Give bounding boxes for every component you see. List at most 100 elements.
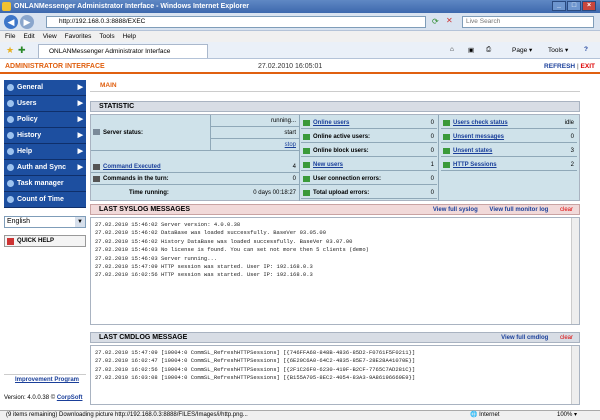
stop-cell: stop [211, 139, 299, 151]
log-line: 27.02.2010 15:46:03 Server running... [95, 254, 218, 262]
menu-item[interactable]: Tools [99, 33, 114, 40]
copyright-link[interactable]: CorpSoft [57, 395, 83, 401]
page-menu[interactable]: Page ▾ [512, 46, 532, 54]
stat-value: 0 [430, 176, 434, 182]
stat-label[interactable]: New users [313, 159, 343, 171]
status-icon [443, 162, 450, 168]
chevron-right-icon: ▶ [77, 164, 83, 171]
statistic-panel: Server status: running... start stop Com… [90, 114, 580, 201]
nav-bullet-icon [7, 196, 14, 203]
nav-bullet-icon [7, 132, 14, 139]
stat-value: 3 [570, 148, 574, 154]
server-icon [93, 129, 100, 135]
add-favorite-icon[interactable]: ✚ [18, 45, 26, 56]
improvement-program-link[interactable]: Improvement Program [4, 374, 86, 385]
divider [299, 115, 300, 201]
chevron-right-icon: ▶ [77, 116, 83, 123]
help-icon[interactable]: ? [584, 46, 588, 53]
help-book-icon [7, 238, 14, 245]
exit-link[interactable]: EXIT [581, 63, 595, 70]
feeds-icon[interactable]: ▣ [468, 46, 474, 54]
header-datetime: 27.02.2010 16:05:01 [258, 63, 323, 70]
sidebar-item[interactable]: Auth and Sync ▶ [4, 160, 86, 176]
refresh-icon[interactable]: ⟳ [432, 17, 439, 26]
menu-bar: File Edit View Favorites Tools Help [0, 31, 600, 42]
log-line: 27.02.2010 16:02:47 [10004:0 CommSL_Refr… [95, 357, 416, 365]
favorites-star-icon[interactable]: ★ [6, 45, 14, 56]
print-icon[interactable]: ⎙ [486, 46, 491, 54]
forward-icon[interactable]: ▶ [20, 15, 34, 29]
commands-executed-row: Command Executed 4 [91, 161, 299, 173]
stat-value: 0 [430, 120, 434, 126]
sidebar-nav: General ▶ Users ▶ Policy ▶ History ▶ Help ▶ Auth a… [4, 80, 86, 208]
scrollbar[interactable] [571, 218, 579, 324]
stat-label[interactable]: Online users [313, 117, 349, 129]
log-line: 27.02.2010 16:02:56 HTTP session was sta… [95, 271, 313, 279]
log-line: 27.02.2010 15:46:03 No license is found.… [95, 246, 369, 254]
sidebar-item-label: Task manager [17, 180, 64, 187]
ie-icon [2, 2, 11, 11]
tab-active[interactable]: ONLANMessenger Administrator Interface [38, 44, 208, 58]
stat-label: Online block users: [313, 148, 369, 154]
language-select[interactable]: English ▼ [4, 216, 86, 228]
stat-label: User connection errors: [313, 176, 382, 182]
menu-item[interactable]: File [5, 33, 15, 40]
status-bar: (9 items remaining) Downloading picture … [0, 410, 600, 420]
sidebar-item[interactable]: Policy ▶ [4, 112, 86, 128]
stat-row: Online active users: 0 [301, 131, 437, 143]
maximize-button[interactable]: □ [567, 1, 581, 11]
start-button[interactable]: start [284, 127, 296, 139]
scrollbar[interactable] [571, 346, 579, 404]
sidebar-item[interactable]: Task manager [4, 176, 86, 192]
menu-item[interactable]: View [43, 33, 57, 40]
menu-item[interactable]: Edit [23, 33, 34, 40]
close-button[interactable]: × [582, 1, 596, 11]
stop-button[interactable]: stop [285, 139, 296, 151]
sidebar-item[interactable]: General ▶ [4, 80, 86, 96]
commands-executed-link[interactable]: Command Executed [103, 161, 161, 173]
chevron-right-icon: ▶ [77, 100, 83, 107]
view-full-syslog-link[interactable]: View full syslog [433, 207, 478, 213]
address-bar[interactable]: http://192.168.0.3:8888/EXEC [46, 16, 426, 28]
stat-label[interactable]: HTTP Sessions [453, 159, 497, 171]
stat-value: 0 [430, 190, 434, 196]
search-placeholder: Live Search [466, 18, 501, 25]
home-icon[interactable]: ⌂ [450, 46, 454, 53]
status-icon [443, 120, 450, 126]
version-text: Version: 4.0.0.38 [4, 395, 50, 401]
stat-label[interactable]: Unsent states [453, 145, 492, 157]
sidebar-item[interactable]: Help ▶ [4, 144, 86, 160]
window-titlebar: ONLANMessenger Administrator Interface -… [0, 0, 600, 13]
clear-cmdlog-link[interactable]: clear [560, 335, 573, 341]
tab-row: ★ ✚ ONLANMessenger Administrator Interfa… [0, 42, 600, 59]
sidebar-item[interactable]: Count of Time [4, 192, 86, 208]
menu-item[interactable]: Favorites [65, 33, 92, 40]
cmdlog-textarea[interactable]: 27.02.2010 15:47:09 [10004:0 CommSL_Refr… [90, 345, 580, 405]
view-monitor-log-link[interactable]: View full monitor log [489, 207, 548, 213]
stat-value: idle [564, 120, 574, 126]
statistic-header: STATISTIC [90, 101, 580, 112]
stat-value: 0 [570, 134, 574, 140]
zoom-level[interactable]: 100% ▾ [557, 411, 577, 420]
stat-row: User connection errors: 0 [301, 173, 437, 185]
stat-label[interactable]: Users check status [453, 117, 508, 129]
stop-icon[interactable]: ✕ [446, 16, 453, 25]
window-title: ONLANMessenger Administrator Interface -… [14, 3, 249, 10]
menu-item[interactable]: Help [123, 33, 136, 40]
minimize-button[interactable]: _ [552, 1, 566, 11]
stat-label[interactable]: Unsent messages [453, 131, 504, 143]
tools-menu[interactable]: Tools ▾ [548, 46, 568, 54]
nav-bullet-icon [7, 148, 14, 155]
view-full-cmdlog-link[interactable]: View full cmdlog [501, 335, 548, 341]
sidebar-item-label: Users [17, 100, 37, 107]
search-input[interactable]: Live Search [462, 16, 594, 28]
sidebar-item[interactable]: History ▶ [4, 128, 86, 144]
sidebar-item[interactable]: Users ▶ [4, 96, 86, 112]
quick-help-button[interactable]: QUICK HELP [4, 235, 86, 247]
back-icon[interactable]: ◀ [4, 15, 18, 29]
refresh-link[interactable]: REFRESH [544, 63, 575, 70]
syslog-textarea[interactable]: 27.02.2010 15:46:02 Server version: 4.0.… [90, 217, 580, 325]
log-line: 27.02.2010 15:47:09 [10004:0 CommSL_Refr… [95, 349, 416, 356]
clear-syslog-link[interactable]: clear [560, 207, 573, 213]
nav-bullet-icon [7, 116, 14, 123]
